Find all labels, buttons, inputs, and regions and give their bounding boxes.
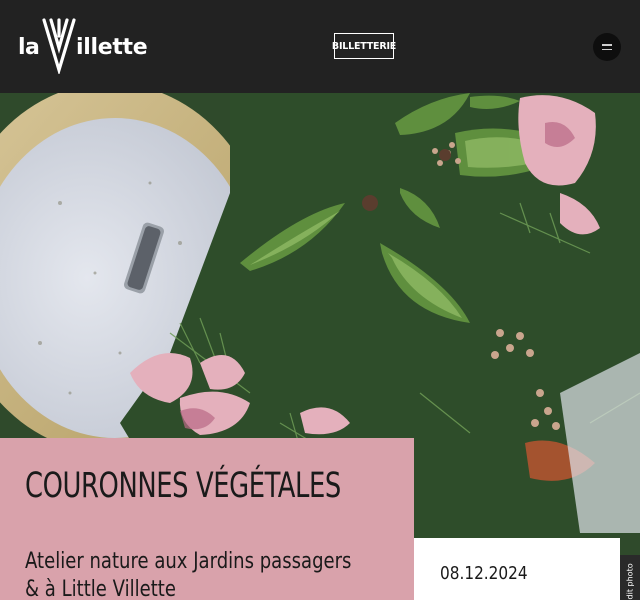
event-title: COURONNES VÉGÉTALES bbox=[25, 466, 341, 506]
hamburger-icon-line bbox=[602, 48, 612, 50]
hamburger-icon-line bbox=[602, 44, 612, 46]
site-header: la illette BILLETTERIE bbox=[0, 0, 640, 93]
logo-v-icon bbox=[42, 18, 76, 74]
event-subtitle: Atelier nature aux Jardins passagers & à… bbox=[25, 549, 352, 602]
menu-button[interactable] bbox=[593, 33, 621, 61]
event-date: 08.12.2024 bbox=[440, 563, 528, 584]
logo-suffix: illette bbox=[76, 35, 148, 60]
photo-credit-text: © Crédit photo bbox=[625, 562, 635, 600]
logo-prefix: la bbox=[18, 35, 40, 60]
photo-credit: © Crédit photo bbox=[620, 555, 640, 600]
lavillette-logo[interactable]: la illette bbox=[16, 18, 148, 76]
ticketing-button[interactable]: BILLETTERIE bbox=[332, 33, 396, 59]
